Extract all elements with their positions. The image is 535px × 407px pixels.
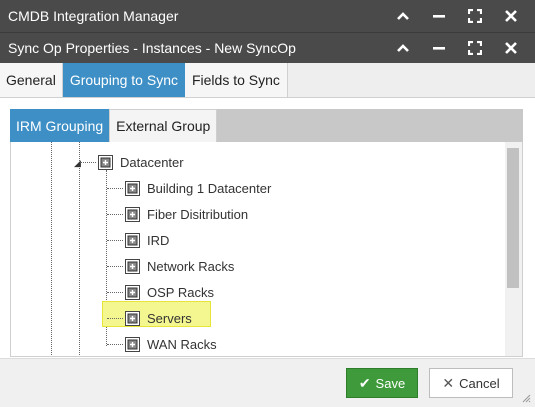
network-node-icon xyxy=(125,232,140,248)
close-icon: ✕ xyxy=(442,374,455,391)
tree-node-item[interactable]: Fiber Disitribution xyxy=(125,204,248,224)
dialog-title: Sync Op Properties - Instances - New Syn… xyxy=(8,40,296,56)
save-label: Save xyxy=(375,375,406,391)
network-node-icon xyxy=(125,206,140,222)
vertical-scrollbar[interactable] xyxy=(505,142,522,356)
collapse-window-button[interactable] xyxy=(385,0,421,32)
tree-node-label: Building 1 Datacenter xyxy=(147,180,272,196)
chevron-up-icon xyxy=(397,44,409,52)
tree-node-label: Network Racks xyxy=(147,258,235,274)
network-node-icon xyxy=(125,180,140,196)
expand-icon xyxy=(468,9,482,23)
collapse-dialog-button[interactable] xyxy=(385,33,421,63)
tab-fields-to-sync[interactable]: Fields to Sync xyxy=(184,63,288,97)
network-node-icon xyxy=(125,310,140,326)
network-node-icon xyxy=(125,284,140,300)
tab-general[interactable]: General xyxy=(0,63,63,97)
tree-connector xyxy=(107,214,123,215)
window-title: CMDB Integration Manager xyxy=(8,8,179,24)
tree-node-item[interactable]: WAN Racks xyxy=(125,334,217,354)
grouping-subtabs: IRM Grouping External Group xyxy=(10,109,523,142)
scrollbar-thumb[interactable] xyxy=(507,148,519,288)
network-node-icon xyxy=(98,154,113,170)
tree-node-label: Datacenter xyxy=(120,154,184,170)
tree-connector xyxy=(107,344,123,345)
tree-node-label: IRD xyxy=(147,232,170,248)
collapse-arrow-icon[interactable]: ◢ xyxy=(74,158,81,169)
tab-irm-grouping[interactable]: IRM Grouping xyxy=(10,109,110,142)
expand-icon xyxy=(468,41,482,55)
tree-node-label: Servers xyxy=(147,310,192,326)
save-button[interactable]: ✔ Save xyxy=(346,368,418,398)
close-icon xyxy=(505,42,517,54)
close-window-button[interactable] xyxy=(493,0,529,32)
tree-node-item[interactable]: IRD xyxy=(125,230,169,250)
tree-node-item[interactable]: OSP Racks xyxy=(125,282,214,302)
tree-connector xyxy=(107,292,123,293)
maximize-dialog-button[interactable] xyxy=(457,33,493,63)
tree-connector xyxy=(107,266,123,267)
network-node-icon xyxy=(125,258,140,274)
tree-node-item[interactable]: Servers xyxy=(125,308,192,328)
checkmark-icon: ✔ xyxy=(358,374,371,391)
cancel-label: Cancel xyxy=(459,375,500,391)
close-icon xyxy=(505,10,517,22)
tree-node-item[interactable]: Building 1 Datacenter xyxy=(125,178,271,198)
tree-node-item[interactable]: Network Racks xyxy=(125,256,234,276)
tree-node-label: OSP Racks xyxy=(147,284,214,300)
main-tabs: General Grouping to Sync Fields to Sync xyxy=(0,63,535,98)
minimize-icon xyxy=(433,47,445,50)
group-tree: ◢ Datacenter Building 1 Datacenter Fiber … xyxy=(10,142,523,357)
tree-node-label: WAN Racks xyxy=(147,336,217,352)
network-node-icon xyxy=(125,336,140,352)
dialog-footer: ✔ Save ✕ Cancel xyxy=(0,358,535,407)
resize-grip-icon[interactable] xyxy=(521,393,531,403)
tree-guide-line xyxy=(79,142,80,356)
tree-node-datacenter[interactable]: Datacenter xyxy=(98,152,184,172)
cancel-button[interactable]: ✕ Cancel xyxy=(429,368,513,398)
minimize-dialog-button[interactable] xyxy=(421,33,457,63)
window-titlebar: CMDB Integration Manager xyxy=(0,0,535,33)
tree-node-label: Fiber Disitribution xyxy=(147,206,249,222)
tab-grouping-to-sync[interactable]: Grouping to Sync xyxy=(62,63,185,97)
dialog-titlebar: Sync Op Properties - Instances - New Syn… xyxy=(0,33,535,63)
chevron-up-icon xyxy=(397,12,409,20)
tree-connector xyxy=(80,162,96,163)
close-dialog-button[interactable] xyxy=(493,33,529,63)
tree-guide-line xyxy=(51,142,52,356)
minimize-icon xyxy=(433,15,445,18)
minimize-window-button[interactable] xyxy=(421,0,457,32)
tree-connector xyxy=(107,318,123,319)
tab-external-group[interactable]: External Group xyxy=(109,109,218,142)
maximize-window-button[interactable] xyxy=(457,0,493,32)
tree-connector xyxy=(107,188,123,189)
tree-connector xyxy=(107,240,123,241)
